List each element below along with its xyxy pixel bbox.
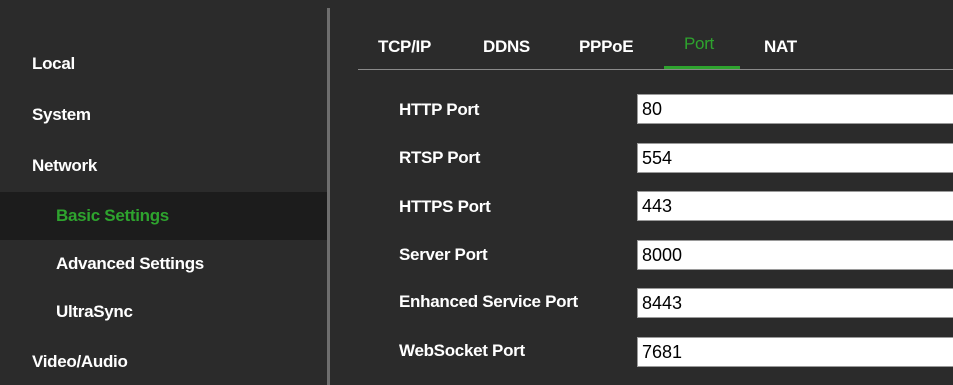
sidebar-item-label: Advanced Settings [56,254,204,273]
server-port-label: Server Port [399,245,488,264]
sidebar-item-video-audio[interactable]: Video/Audio [0,338,327,385]
sidebar: Local System Network Basic Settings Adva… [0,0,327,385]
active-tab-indicator [664,66,740,69]
tab-tcpip[interactable]: TCP/IP [378,28,431,68]
tab-ddns[interactable]: DDNS [483,28,530,68]
https-port-label: HTTPS Port [399,197,491,216]
http-port-input[interactable] [637,94,953,124]
http-port-label: HTTP Port [399,100,480,119]
tab-port[interactable]: Port [684,28,714,68]
tab-bar-baseline [358,69,953,70]
rtsp-port-input[interactable] [637,143,953,173]
sidebar-item-local[interactable]: Local [0,40,327,88]
sidebar-item-label: UltraSync [56,302,133,321]
sidebar-divider [327,8,330,385]
rtsp-port-label: RTSP Port [399,148,481,167]
https-port-input[interactable] [637,191,953,221]
server-port-input[interactable] [637,240,953,270]
tab-nat[interactable]: NAT [764,28,797,68]
app-window: Local System Network Basic Settings Adva… [0,0,953,385]
sidebar-item-label: Video/Audio [32,352,128,371]
sidebar-item-network[interactable]: Network [0,142,327,190]
websocket-port-label: WebSocket Port [399,341,525,360]
enhanced-service-port-label: Enhanced Service Port [399,292,578,311]
tab-pppoe[interactable]: PPPoE [579,28,634,68]
sidebar-item-label: Basic Settings [56,206,169,225]
enhanced-service-port-input[interactable] [637,288,953,318]
tab-bar: TCP/IP DDNS PPPoE Port NAT [358,28,953,70]
sidebar-item-label: System [32,105,91,124]
sidebar-item-advanced-settings[interactable]: Advanced Settings [0,240,327,288]
sidebar-item-label: Network [32,156,97,175]
websocket-port-input[interactable] [637,337,953,367]
sidebar-item-basic-settings[interactable]: Basic Settings [0,192,327,240]
sidebar-item-label: Local [32,54,75,73]
sidebar-item-system[interactable]: System [0,91,327,139]
sidebar-item-ultrasync[interactable]: UltraSync [0,288,327,336]
